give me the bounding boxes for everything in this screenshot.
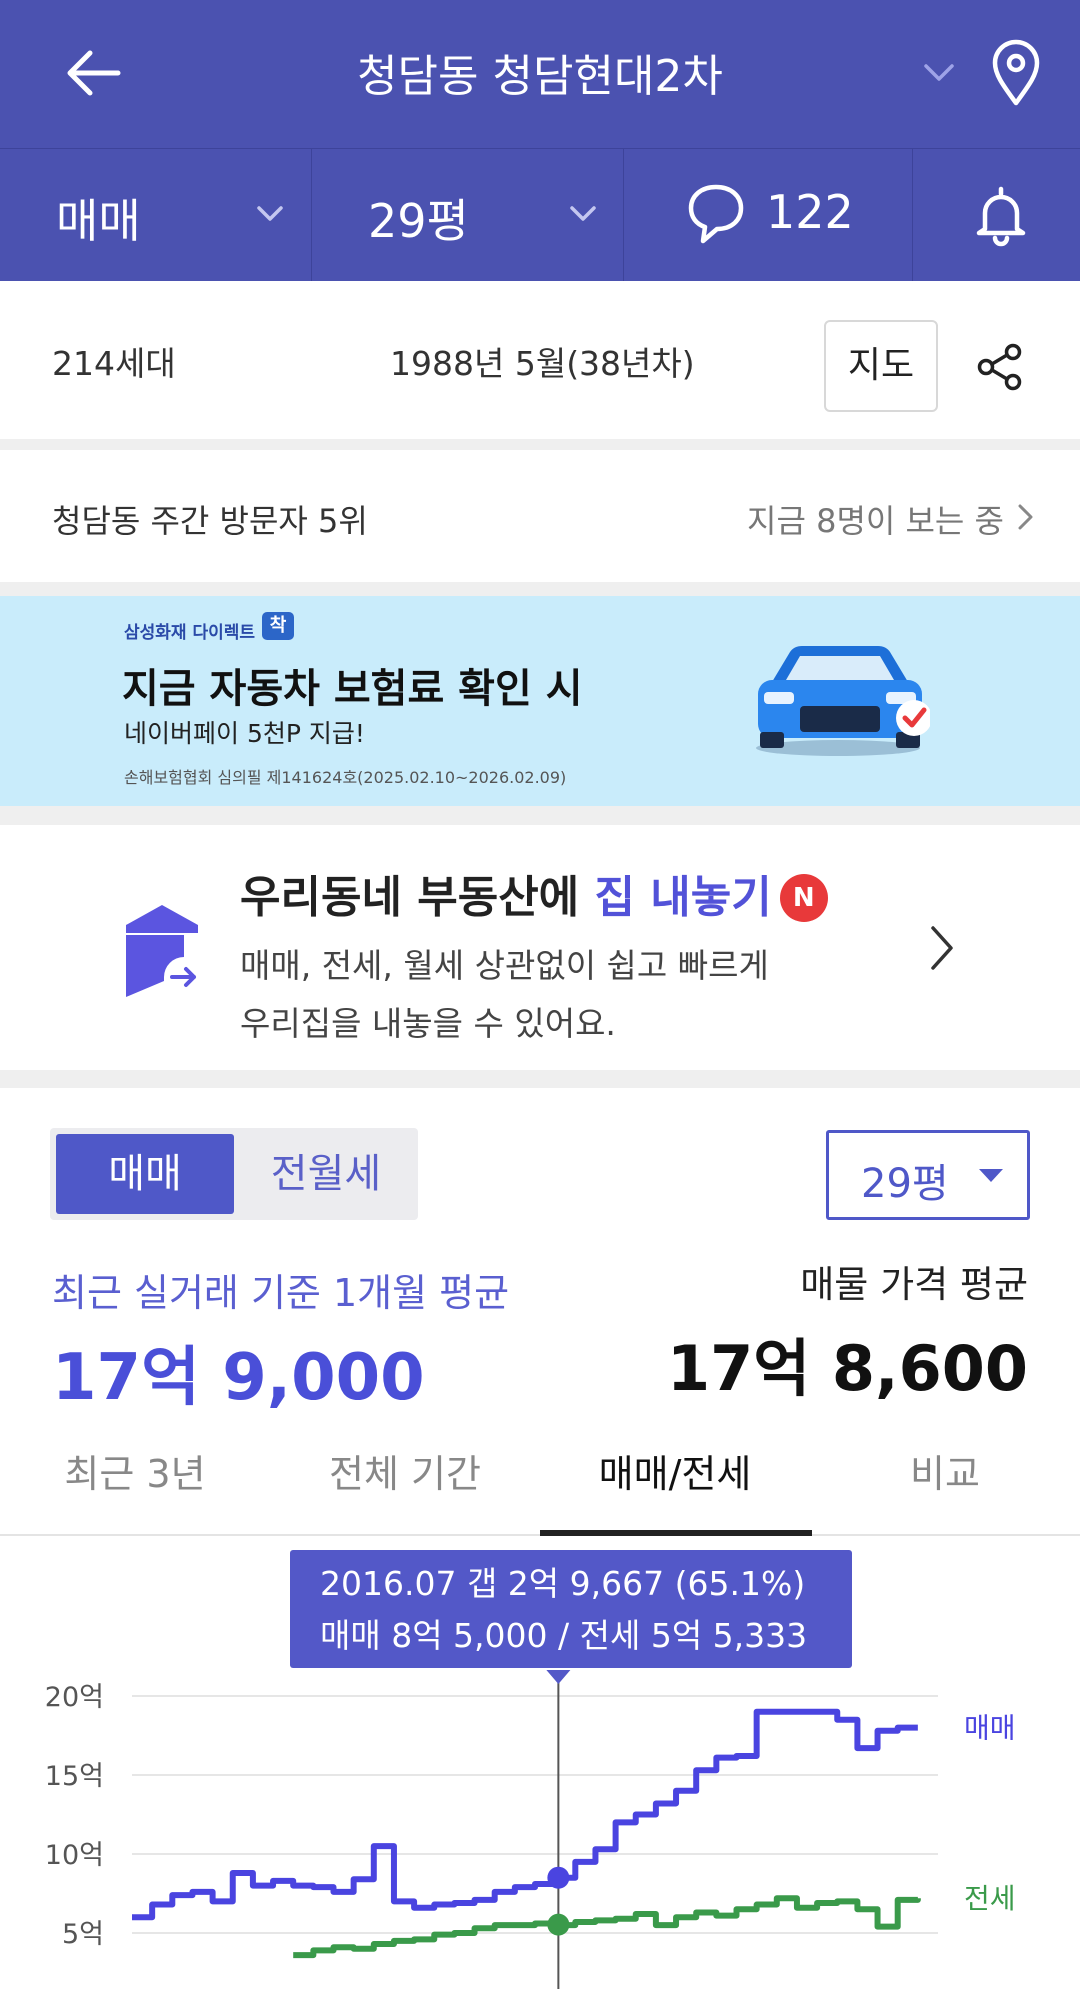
chevron-down-icon (257, 206, 283, 221)
y-tick-label: 20억 (45, 1682, 104, 1713)
trade-segmented-control: 매매 전월세 (50, 1128, 418, 1220)
description-line-1: 매매, 전세, 월세 상관없이 쉽고 빠르게 (240, 946, 769, 985)
household-count: 214세대 (52, 344, 176, 383)
asking-price-label: 매물 가격 평균 (800, 1263, 1028, 1306)
y-tick-label: 10억 (45, 1840, 104, 1871)
filter-bar: 매매 29평 122 (0, 148, 1080, 282)
list-property-title: 우리동네 부동산에 집 내놓기 N (240, 861, 828, 925)
segment-sale[interactable]: 매매 (56, 1134, 234, 1214)
caret-down-icon (979, 1169, 1003, 1182)
ad-headline: 지금 자동차 보험료 확인 시 (122, 666, 583, 712)
ad-brand: 삼성화재 다이렉트 (124, 623, 256, 643)
size-label: 29평 (368, 194, 469, 248)
highlight-point-jeonse (547, 1913, 570, 1936)
ad-banner[interactable]: 삼성화재 다이렉트 착 지금 자동차 보험료 확인 시 네이버페이 5천P 지급… (0, 596, 1080, 806)
speech-bubble-icon (688, 184, 744, 244)
notification-button[interactable] (913, 149, 1080, 282)
car-icon (756, 646, 930, 756)
tab-all-period[interactable]: 전체 기간 (270, 1432, 540, 1536)
highlight-point-sale (547, 1866, 570, 1889)
house-arrow-icon (126, 905, 198, 997)
size-select[interactable]: 29평 (826, 1130, 1030, 1220)
tab-compare[interactable]: 비교 (810, 1432, 1080, 1536)
series-line-jeonse (293, 1895, 921, 1959)
divider (0, 806, 1080, 825)
map-pin-icon[interactable] (988, 38, 1044, 108)
chevron-down-icon[interactable] (922, 58, 956, 88)
tab-sale-jeonse[interactable]: 매매/전세 (540, 1432, 810, 1536)
chevron-right-icon (1018, 504, 1033, 530)
divider (0, 1070, 1080, 1088)
size-select-value: 29평 (861, 1161, 949, 1207)
asking-price-value: 17억 8,600 (666, 1332, 1028, 1405)
live-viewers: 지금 8명이 보는 중 (747, 502, 1004, 540)
divider (0, 439, 1080, 450)
trade-type-label: 매매 (56, 194, 141, 248)
comments-button[interactable]: 122 (624, 149, 913, 282)
new-badge: N (779, 874, 828, 922)
y-tick-label: 15억 (45, 1761, 104, 1792)
ad-fine-print: 손해보험협회 심의필 제141624호(2025.02.10~2026.02.0… (124, 768, 567, 787)
ad-brand-mark: 착 (262, 612, 294, 640)
trade-type-dropdown[interactable]: 매매 (0, 149, 312, 282)
tooltip-gap-line: 2016.07 갭 2억 9,667 (65.1%) (320, 1564, 806, 1603)
title-prefix: 우리동네 부동산에 (240, 872, 595, 923)
chevron-down-icon (570, 206, 596, 221)
build-date: 1988년 5월(38년차) (390, 344, 695, 383)
divider (0, 582, 1080, 596)
chevron-right-icon (931, 926, 953, 970)
recent-trade-value: 17억 9,000 (52, 1341, 425, 1415)
chart-tabs: 최근 3년 전체 기간 매매/전세 비교 (0, 1432, 1080, 1536)
list-property-card[interactable]: 우리동네 부동산에 집 내놓기 N 매매, 전세, 월세 상관없이 쉽고 빠르게 … (0, 825, 1080, 1070)
recent-trade-label: 최근 실거래 기준 1개월 평균 (52, 1271, 510, 1315)
legend-label-jeonse: 전세 (964, 1882, 1016, 1915)
title-highlight: 집 내놓기 (594, 872, 772, 923)
ad-subtext: 네이버페이 5천P 지급! (124, 719, 365, 748)
page-title[interactable]: 청담동 청담현대2차 (0, 40, 1080, 104)
segment-rent[interactable]: 전월세 (240, 1134, 412, 1214)
share-icon[interactable] (976, 342, 1024, 392)
visitor-rank-label: 청담동 주간 방문자 5위 (52, 502, 368, 540)
description-line-2: 우리집을 내놓을 수 있어요. (240, 1004, 616, 1043)
tab-recent-3y[interactable]: 최근 3년 (0, 1432, 270, 1536)
comment-count: 122 (766, 185, 854, 239)
y-tick-label: 5억 (62, 1919, 104, 1950)
visitor-rank-bar[interactable]: 청담동 주간 방문자 5위 지금 8명이 보는 중 (0, 450, 1080, 582)
bell-icon (976, 186, 1026, 247)
legend-label-sale: 매매 (964, 1712, 1016, 1745)
list-property-description: 매매, 전세, 월세 상관없이 쉽고 빠르게 우리집을 내놓을 수 있어요. (240, 937, 769, 1053)
size-dropdown[interactable]: 29평 (312, 149, 624, 282)
chart-tooltip: 2016.07 갭 2억 9,667 (65.1%) 매매 8억 5,000 /… (290, 1550, 852, 1668)
active-tab-indicator (540, 1530, 812, 1536)
series-line-sale (132, 1708, 918, 1921)
tooltip-pointer (546, 1670, 571, 1684)
tooltip-price-line: 매매 8억 5,000 / 전세 5억 5,333 (320, 1616, 808, 1655)
top-app-bar: 청담동 청담현대2차 (0, 0, 1080, 148)
map-button[interactable]: 지도 (824, 320, 938, 412)
